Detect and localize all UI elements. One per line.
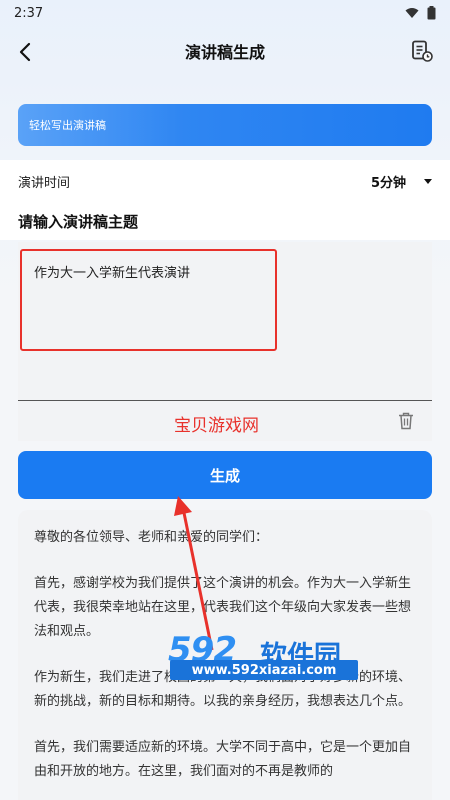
result-paragraph: 作为新生，我们走进了校园的第一天，我们面对了好多新的环境、新的挑战，新的目标和期… bbox=[34, 670, 412, 709]
back-arrow-icon[interactable] bbox=[14, 40, 38, 64]
banner-text: 轻松写出演讲稿 bbox=[29, 119, 106, 132]
dropdown-caret-icon[interactable] bbox=[424, 178, 432, 184]
nav-bar: 演讲稿生成 bbox=[0, 26, 450, 76]
page-title: 演讲稿生成 bbox=[184, 43, 265, 62]
history-record-icon[interactable] bbox=[410, 39, 434, 63]
trash-icon[interactable] bbox=[398, 412, 414, 430]
wifi-icon bbox=[405, 8, 419, 18]
topic-heading: 请输入演讲稿主题 bbox=[0, 202, 450, 240]
generated-speech-card: 尊敬的各位领导、老师和亲爱的同学们： 首先，感谢学校为我们提供了这个演讲的机会。… bbox=[18, 510, 432, 800]
status-bar: 2:37 bbox=[0, 0, 450, 26]
watermark-text: 宝贝游戏网 bbox=[174, 416, 259, 436]
battery-icon bbox=[427, 6, 436, 20]
speech-time-value[interactable]: 5分钟 bbox=[371, 172, 406, 191]
speech-time-label: 演讲时间 bbox=[18, 175, 71, 191]
status-icons bbox=[405, 6, 436, 20]
speech-time-selector[interactable]: 演讲时间 5分钟 bbox=[0, 160, 450, 202]
annotation-highlight-box bbox=[20, 249, 277, 351]
result-paragraph: 首先，感谢学校为我们提供了这个演讲的机会。作为大一入学新生代表，我很荣幸地站在这… bbox=[34, 576, 412, 639]
intro-banner: 轻松写出演讲稿 bbox=[18, 104, 432, 146]
generate-button-label: 生成 bbox=[209, 466, 240, 485]
topic-input-footer: 宝贝游戏网 bbox=[18, 401, 432, 441]
result-paragraph: 首先，我们需要适应新的环境。大学不同于高中，它是一个更加自由和开放的地方。在这里… bbox=[34, 740, 412, 779]
generate-button[interactable]: 生成 bbox=[18, 451, 432, 499]
topic-input[interactable]: 作为大一入学新生代表演讲 bbox=[18, 242, 432, 400]
status-time: 2:37 bbox=[14, 5, 44, 21]
result-paragraph: 尊敬的各位领导、老师和亲爱的同学们： bbox=[34, 530, 269, 545]
